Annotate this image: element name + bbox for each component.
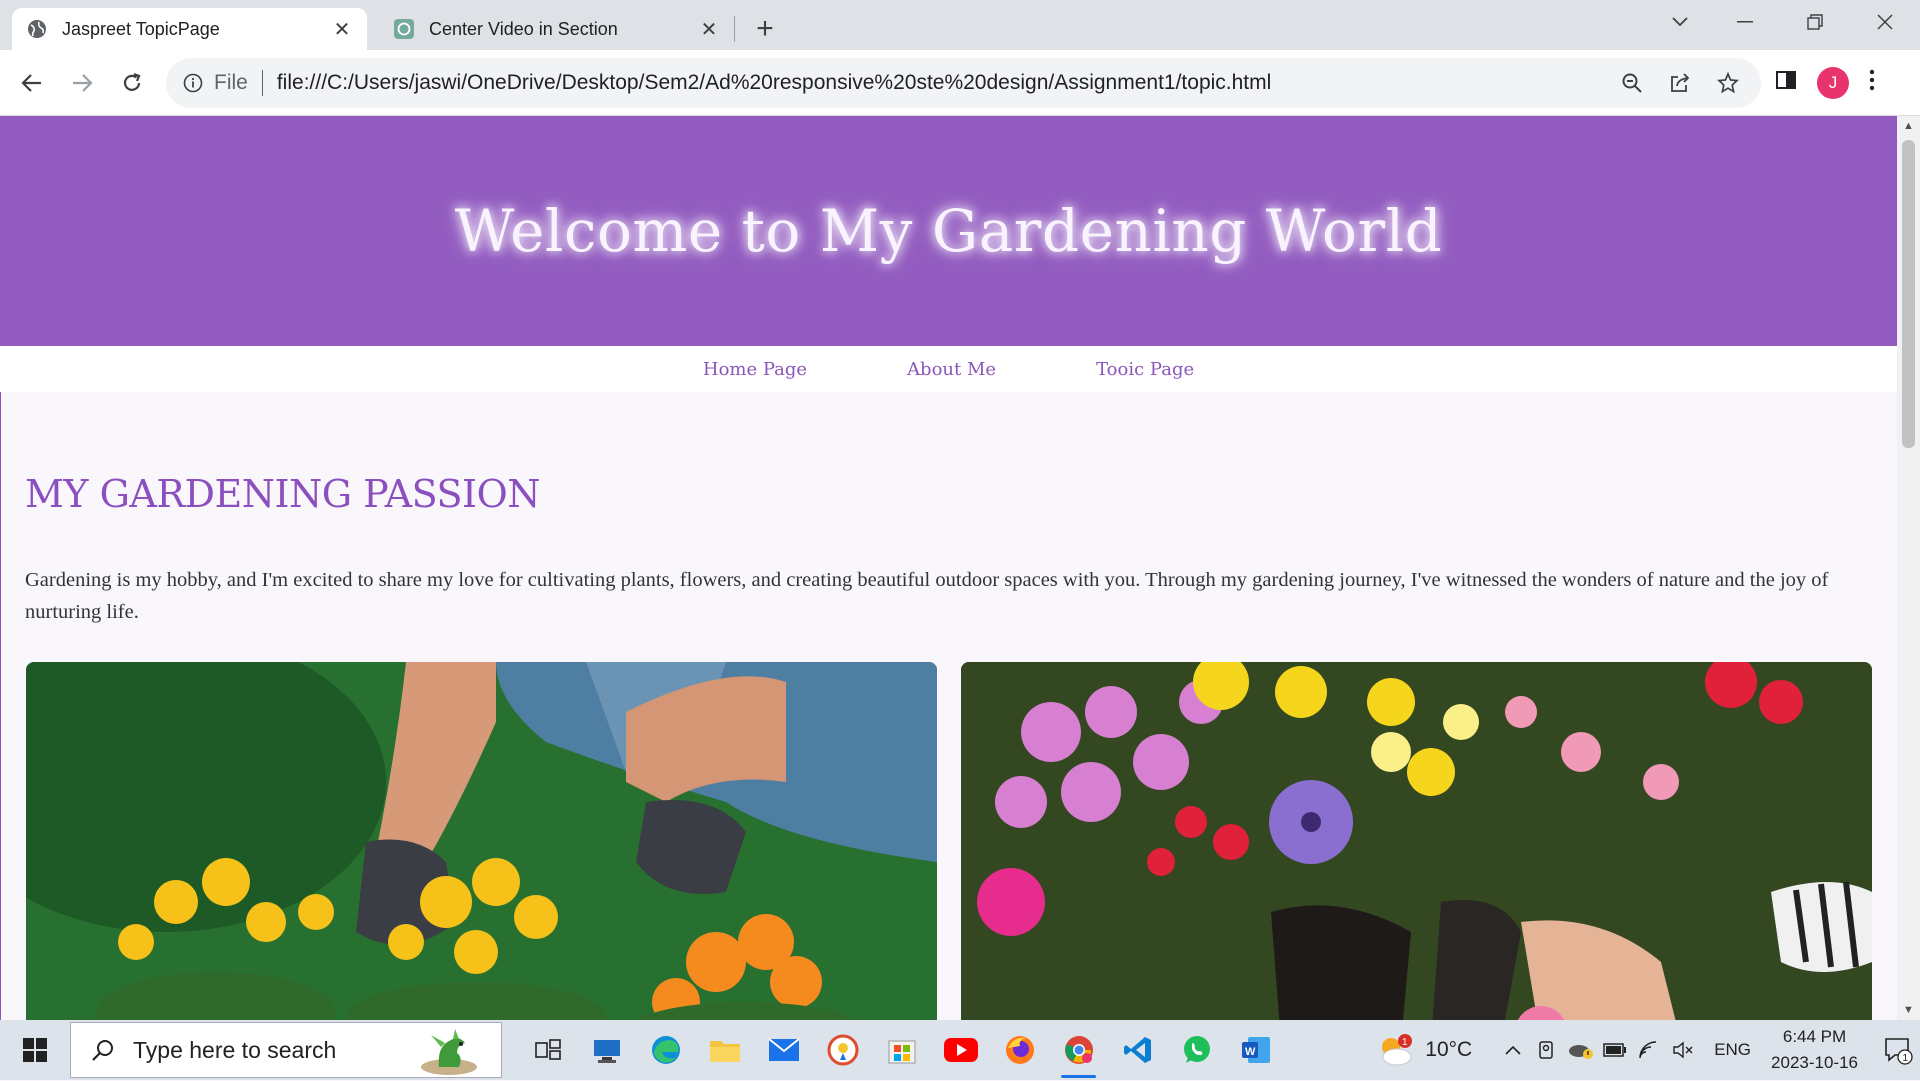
bookmark-star-icon[interactable] [1715, 70, 1741, 96]
tab-separator [734, 16, 735, 42]
youtube-icon[interactable] [931, 1020, 990, 1080]
side-panel-icon[interactable] [1775, 69, 1797, 96]
svg-text:W: W [1245, 1046, 1256, 1058]
scroll-down-arrow-icon[interactable]: ▼ [1897, 1000, 1920, 1020]
tab-strip: Jaspreet TopicPage ✕ Center Video in Sec… [0, 0, 1920, 50]
globe-icon [26, 18, 48, 40]
zoom-icon[interactable] [1619, 70, 1645, 96]
onedrive-warning-icon[interactable] [1564, 1020, 1598, 1080]
close-tab-icon[interactable]: ✕ [698, 18, 720, 41]
windows-start-icon[interactable] [0, 1020, 70, 1080]
chatgpt-icon [393, 18, 415, 40]
minimize-icon[interactable] [1710, 0, 1780, 44]
taskbar-search-box[interactable]: Type here to search [70, 1022, 502, 1078]
desktop-app-icon[interactable] [577, 1020, 636, 1080]
wifi-icon[interactable] [1632, 1020, 1666, 1080]
search-icon [89, 1036, 117, 1064]
nav-topic-page[interactable]: Tooic Page [1096, 359, 1194, 380]
tab-search-chevron-icon[interactable] [1650, 0, 1710, 44]
mail-icon[interactable] [754, 1020, 813, 1080]
gardening-photo-colorful-flowers [961, 662, 1872, 1020]
windows-taskbar: Type here to search W 1 10°C ENG 6:44 PM… [0, 1020, 1920, 1080]
tab-title: Jaspreet TopicPage [62, 18, 220, 39]
window-controls [1650, 0, 1920, 44]
page-scrollbar[interactable]: ▲ ▼ [1897, 116, 1920, 1020]
tab-title: Center Video in Section [429, 18, 618, 39]
meet-now-icon[interactable] [1530, 1020, 1564, 1080]
page-viewport: Welcome to My Gardening World Home Page … [0, 116, 1897, 1020]
file-explorer-icon[interactable] [695, 1020, 754, 1080]
clock-date: 2023-10-16 [1771, 1053, 1858, 1072]
gardening-photo-yellow-flowers [26, 662, 937, 1020]
section-heading: MY GARDENING PASSION [25, 472, 540, 516]
svg-text:1: 1 [1402, 1037, 1408, 1048]
vscode-icon[interactable] [1108, 1020, 1167, 1080]
system-tray: 1 10°C ENG 6:44 PM 2023-10-16 1 [1377, 1020, 1920, 1080]
dragon-illustration-icon [419, 1027, 479, 1081]
whatsapp-icon[interactable] [1167, 1020, 1226, 1080]
page-header: Welcome to My Gardening World [0, 116, 1897, 346]
address-bar[interactable]: File file:///C:/Users/jaswi/OneDrive/Des… [166, 57, 1761, 108]
browser-toolbar: File file:///C:/Users/jaswi/OneDrive/Des… [0, 50, 1920, 116]
nav-home-page[interactable]: Home Page [703, 359, 807, 380]
close-window-icon[interactable] [1850, 0, 1920, 44]
task-view-icon[interactable] [518, 1020, 577, 1080]
scheme-label: File [214, 70, 248, 94]
svg-text:1: 1 [1903, 1053, 1909, 1064]
search-placeholder: Type here to search [133, 1036, 337, 1063]
tab-center-video[interactable]: Center Video in Section ✕ [379, 8, 734, 50]
new-tab-button[interactable]: + [745, 8, 785, 50]
restore-icon[interactable] [1780, 0, 1850, 44]
back-arrow-icon[interactable] [8, 59, 56, 107]
forward-arrow-icon[interactable] [58, 59, 106, 107]
site-nav: Home Page About Me Tooic Page [0, 346, 1897, 392]
edge-icon[interactable] [636, 1020, 695, 1080]
notification-center-icon[interactable]: 1 [1876, 1020, 1920, 1080]
clock-time: 6:44 PM [1782, 1027, 1847, 1046]
hero-title: Welcome to My Gardening World [454, 197, 1443, 265]
url-text[interactable]: file:///C:/Users/jaswi/OneDrive/Desktop/… [277, 71, 1619, 95]
share-icon[interactable] [1667, 70, 1693, 96]
nav-about-me[interactable]: About Me [907, 359, 996, 380]
divider [261, 69, 263, 96]
main-section: MY GARDENING PASSION Gardening is my hob… [0, 392, 1897, 1020]
close-tab-icon[interactable]: ✕ [331, 18, 353, 41]
maps-pin-icon[interactable] [813, 1020, 872, 1080]
intro-paragraph: Gardening is my hobby, and I'm excited t… [25, 569, 1829, 623]
scroll-thumb[interactable] [1902, 140, 1915, 448]
reload-icon[interactable] [108, 59, 156, 107]
site-info-icon[interactable] [180, 70, 206, 96]
microsoft-store-icon[interactable] [872, 1020, 931, 1080]
menu-kebab-icon[interactable] [1869, 69, 1875, 96]
language-indicator[interactable]: ENG [1714, 1040, 1751, 1060]
profile-avatar[interactable]: J [1817, 66, 1849, 99]
word-icon[interactable]: W [1226, 1020, 1285, 1080]
clock[interactable]: 6:44 PM 2023-10-16 [1771, 1024, 1858, 1076]
chrome-icon[interactable] [1049, 1020, 1108, 1080]
speaker-muted-icon[interactable] [1666, 1020, 1700, 1080]
weather-temperature: 10°C [1425, 1038, 1473, 1061]
weather-widget[interactable]: 1 10°C [1377, 1033, 1472, 1067]
weather-cloud-icon: 1 [1382, 1034, 1413, 1066]
show-hidden-icons-chevron-icon[interactable] [1496, 1020, 1530, 1080]
battery-icon[interactable] [1598, 1020, 1632, 1080]
scroll-up-arrow-icon[interactable]: ▲ [1897, 116, 1920, 136]
tab-jaspreet-topicpage[interactable]: Jaspreet TopicPage ✕ [12, 8, 367, 50]
firefox-icon[interactable] [990, 1020, 1049, 1080]
